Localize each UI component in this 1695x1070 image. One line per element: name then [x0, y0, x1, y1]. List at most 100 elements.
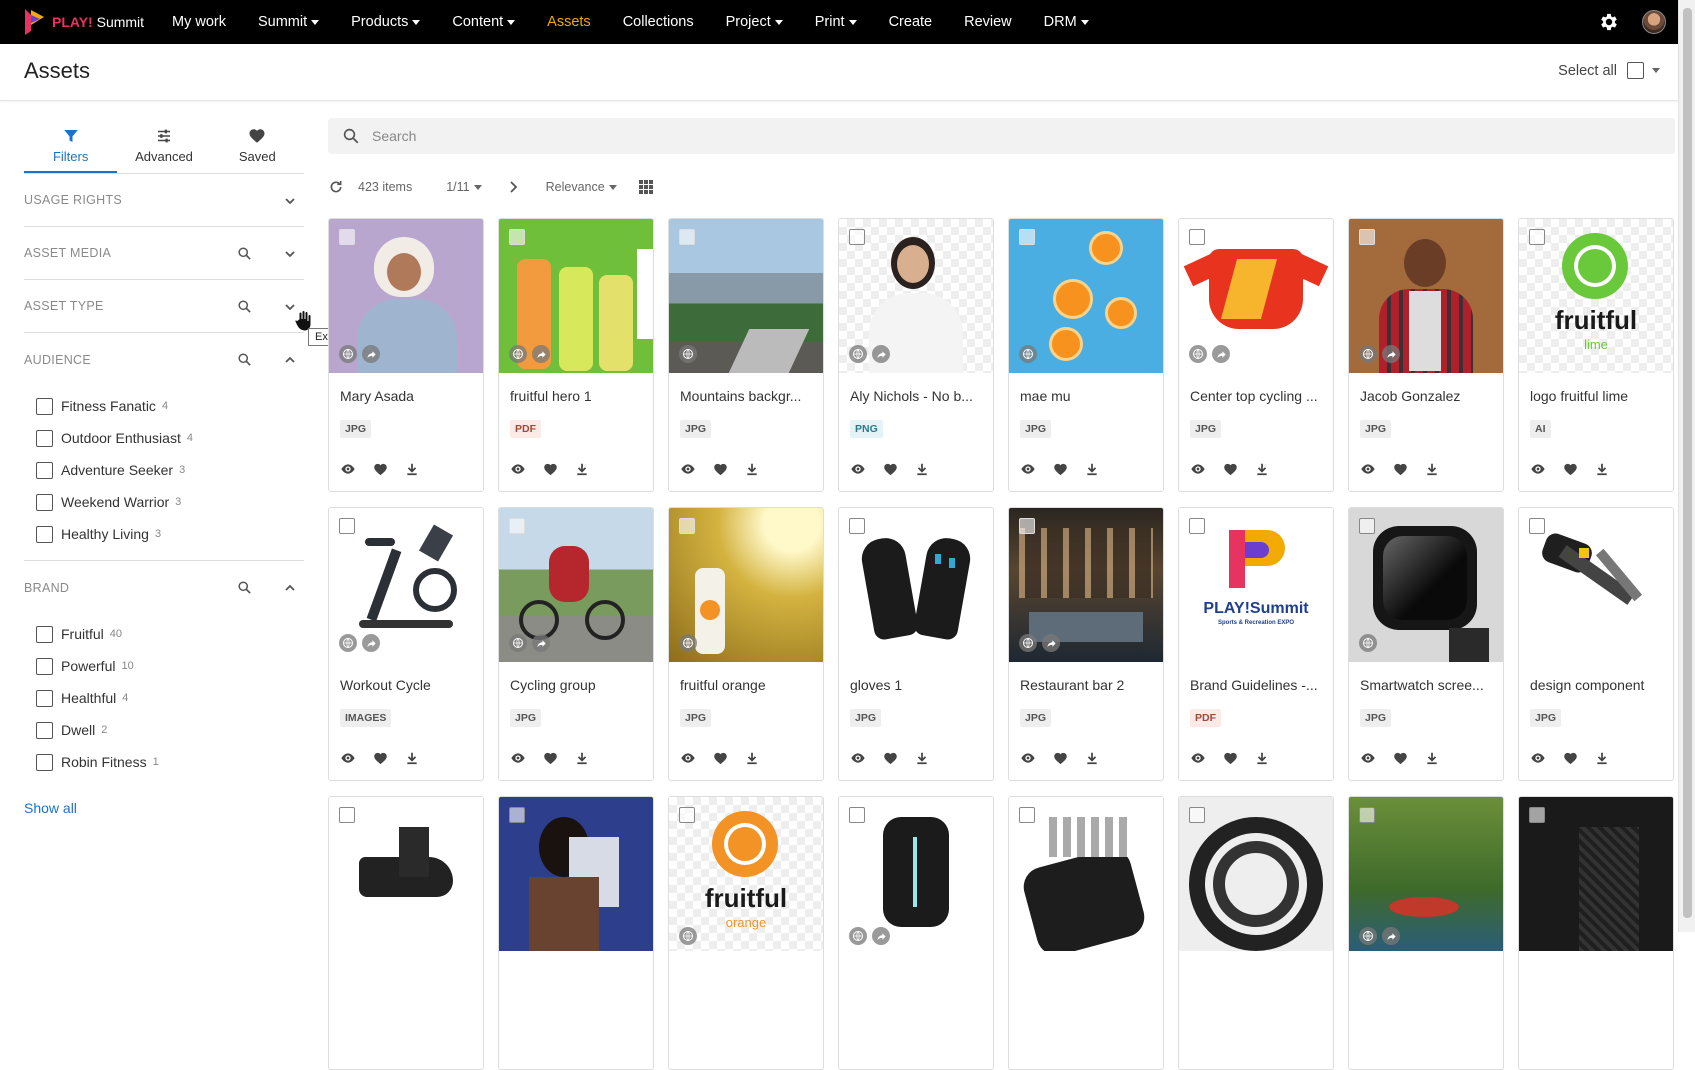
- preview-icon[interactable]: [1190, 750, 1206, 766]
- asset-thumbnail[interactable]: fruitful orange: [669, 797, 823, 951]
- asset-checkbox[interactable]: [509, 229, 525, 245]
- nav-item-assets[interactable]: Assets: [547, 14, 591, 30]
- chevron-down-icon[interactable]: [284, 195, 296, 207]
- download-icon[interactable]: [405, 462, 419, 476]
- download-icon[interactable]: [1425, 751, 1439, 765]
- asset-title[interactable]: Workout Cycle: [340, 677, 480, 693]
- asset-title[interactable]: Mountains backgr...: [680, 388, 820, 404]
- asset-thumbnail[interactable]: [839, 797, 993, 951]
- filter-checkbox[interactable]: [36, 753, 53, 771]
- sort-selector[interactable]: Relevance: [546, 180, 617, 194]
- asset-thumbnail[interactable]: [1009, 797, 1163, 951]
- asset-card[interactable]: fruitful orange: [668, 796, 824, 1070]
- filter-option[interactable]: Powerful 10: [24, 650, 304, 682]
- filter-checkbox[interactable]: [36, 657, 53, 675]
- show-all-link[interactable]: Show all: [24, 800, 304, 816]
- favorite-heart-icon[interactable]: [713, 462, 728, 477]
- asset-thumbnail[interactable]: fruitful lime: [1519, 219, 1673, 373]
- tab-advanced[interactable]: Advanced: [117, 118, 210, 173]
- nav-item-drm[interactable]: DRM: [1044, 14, 1089, 30]
- asset-thumbnail[interactable]: PLAY!Summit Sports & Recreation EXPO: [1179, 508, 1333, 662]
- filter-option[interactable]: Weekend Warrior 3: [24, 486, 304, 518]
- user-avatar[interactable]: [1642, 10, 1666, 34]
- asset-card[interactable]: fruitful hero 1 PDF: [498, 218, 654, 492]
- asset-title[interactable]: Mary Asada: [340, 388, 480, 404]
- asset-title[interactable]: mae mu: [1020, 388, 1160, 404]
- asset-card[interactable]: Smartwatch scree... JPG: [1348, 507, 1504, 781]
- chevron-up-icon[interactable]: [284, 354, 296, 366]
- filter-option[interactable]: Healthy Living 3: [24, 518, 304, 550]
- chevron-down-icon[interactable]: [284, 248, 296, 260]
- asset-thumbnail[interactable]: [669, 219, 823, 373]
- search-icon[interactable]: [237, 299, 252, 314]
- asset-checkbox[interactable]: [339, 229, 355, 245]
- filter-option[interactable]: Robin Fitness 1: [24, 746, 304, 778]
- download-icon[interactable]: [405, 751, 419, 765]
- filter-checkbox[interactable]: [36, 429, 53, 447]
- asset-checkbox[interactable]: [1529, 518, 1545, 534]
- asset-card[interactable]: Mary Asada JPG: [328, 218, 484, 492]
- nav-item-create[interactable]: Create: [889, 14, 933, 30]
- asset-thumbnail[interactable]: [499, 219, 653, 373]
- nav-item-collections[interactable]: Collections: [623, 14, 694, 30]
- nav-item-content[interactable]: Content: [452, 14, 516, 30]
- asset-checkbox[interactable]: [849, 518, 865, 534]
- search-input[interactable]: [372, 128, 1272, 144]
- asset-card[interactable]: fruitful orange JPG: [668, 507, 824, 781]
- select-all-control[interactable]: Select all: [1558, 62, 1660, 79]
- asset-card[interactable]: design component JPG: [1518, 507, 1674, 781]
- page-scrollbar[interactable]: [1678, 0, 1695, 932]
- asset-card[interactable]: [838, 796, 994, 1070]
- asset-title[interactable]: logo fruitful lime: [1530, 388, 1670, 404]
- preview-icon[interactable]: [1190, 461, 1206, 477]
- scrollbar-thumb[interactable]: [1683, 8, 1692, 918]
- asset-card[interactable]: [328, 796, 484, 1070]
- asset-thumbnail[interactable]: [1519, 508, 1673, 662]
- asset-checkbox[interactable]: [1019, 229, 1035, 245]
- nav-item-summit[interactable]: Summit: [258, 14, 320, 30]
- preview-icon[interactable]: [510, 750, 526, 766]
- nav-item-my-work[interactable]: My work: [172, 14, 226, 30]
- nav-item-review[interactable]: Review: [964, 14, 1012, 30]
- tab-filters[interactable]: Filters: [24, 118, 118, 173]
- filter-checkbox[interactable]: [36, 461, 53, 479]
- asset-thumbnail[interactable]: [1349, 219, 1503, 373]
- download-icon[interactable]: [575, 462, 589, 476]
- asset-card[interactable]: [1518, 796, 1674, 1070]
- preview-icon[interactable]: [1020, 461, 1036, 477]
- download-icon[interactable]: [915, 462, 929, 476]
- asset-title[interactable]: Cycling group: [510, 677, 650, 693]
- refresh-icon[interactable]: [328, 179, 344, 195]
- download-icon[interactable]: [915, 751, 929, 765]
- asset-checkbox[interactable]: [1529, 807, 1545, 823]
- download-icon[interactable]: [1255, 462, 1269, 476]
- favorite-heart-icon[interactable]: [1563, 462, 1578, 477]
- asset-checkbox[interactable]: [1189, 807, 1205, 823]
- tab-saved[interactable]: Saved: [211, 118, 304, 173]
- favorite-heart-icon[interactable]: [373, 462, 388, 477]
- favorite-heart-icon[interactable]: [373, 751, 388, 766]
- asset-checkbox[interactable]: [1019, 807, 1035, 823]
- search-icon[interactable]: [237, 246, 252, 261]
- asset-title[interactable]: Smartwatch scree...: [1360, 677, 1500, 693]
- asset-card[interactable]: Aly Nichols - No b... PNG: [838, 218, 994, 492]
- asset-title[interactable]: fruitful orange: [680, 677, 820, 693]
- preview-icon[interactable]: [680, 750, 696, 766]
- favorite-heart-icon[interactable]: [1563, 751, 1578, 766]
- asset-title[interactable]: Aly Nichols - No b...: [850, 388, 990, 404]
- preview-icon[interactable]: [340, 750, 356, 766]
- preview-icon[interactable]: [1530, 461, 1546, 477]
- gear-icon[interactable]: [1598, 11, 1620, 33]
- filter-option[interactable]: Fruitful 40: [24, 618, 304, 650]
- favorite-heart-icon[interactable]: [883, 751, 898, 766]
- asset-title[interactable]: gloves 1: [850, 677, 990, 693]
- asset-checkbox[interactable]: [1189, 229, 1205, 245]
- filter-option[interactable]: Fitness Fanatic 4: [24, 390, 304, 422]
- asset-card[interactable]: [1348, 796, 1504, 1070]
- asset-card[interactable]: PLAY!Summit Sports & Recreation EXPO Brand…: [1178, 507, 1334, 781]
- asset-card[interactable]: Restaurant bar 2 JPG: [1008, 507, 1164, 781]
- asset-thumbnail[interactable]: [329, 219, 483, 373]
- asset-thumbnail[interactable]: [499, 797, 653, 951]
- filter-checkbox[interactable]: [36, 493, 53, 511]
- preview-icon[interactable]: [680, 461, 696, 477]
